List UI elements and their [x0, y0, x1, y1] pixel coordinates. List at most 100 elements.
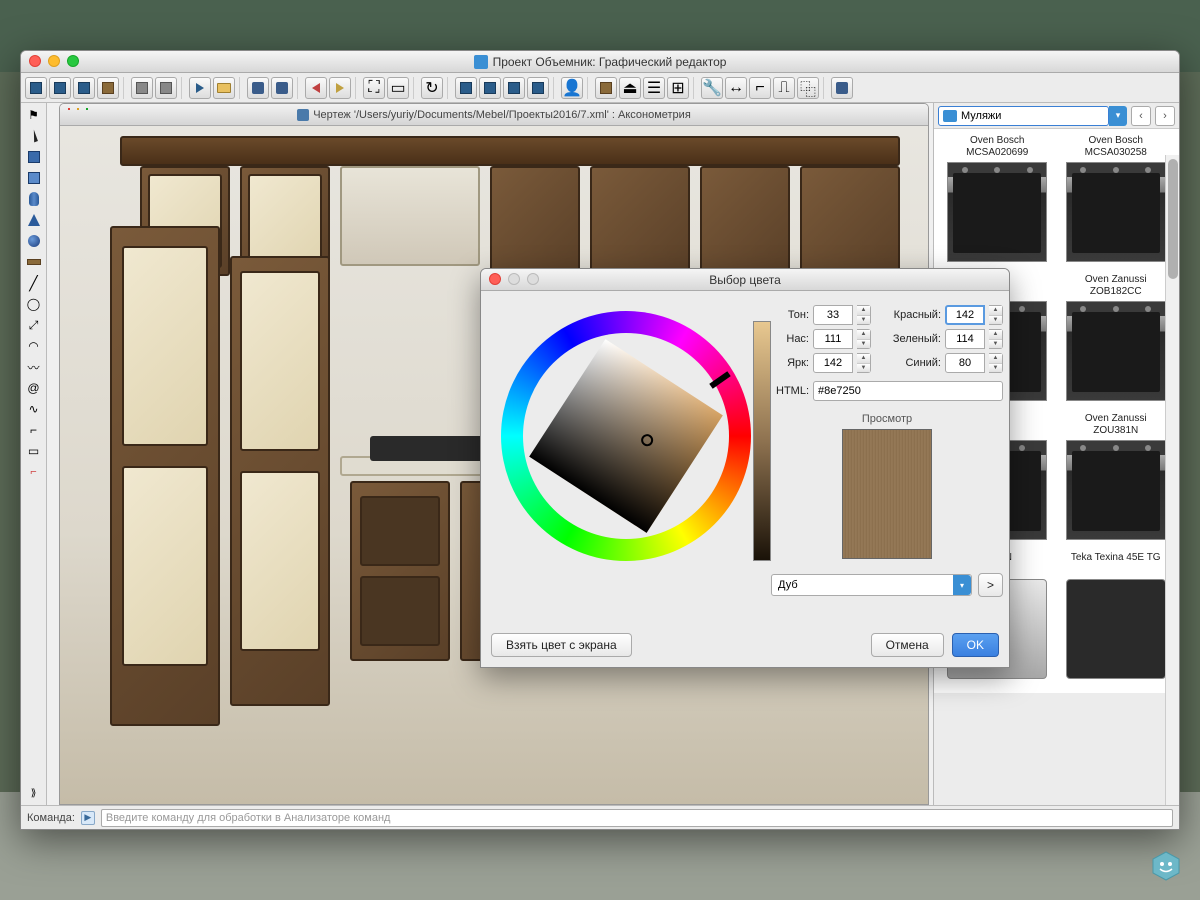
- html-input[interactable]: [813, 381, 1003, 401]
- tool-cylinder[interactable]: [24, 189, 44, 209]
- tb-layer1[interactable]: [455, 77, 477, 99]
- tb-save2[interactable]: [831, 77, 853, 99]
- tb-layer4[interactable]: [527, 77, 549, 99]
- hue-input[interactable]: [813, 305, 853, 325]
- tool-curve[interactable]: ∿: [24, 399, 44, 419]
- tool-expand[interactable]: ⤢: [24, 315, 44, 335]
- cancel-button[interactable]: Отмена: [871, 633, 944, 657]
- tb-play[interactable]: [189, 77, 211, 99]
- color-wheel-area: [491, 301, 761, 621]
- tb-rotate[interactable]: ↻: [421, 77, 443, 99]
- tb-saveas[interactable]: [271, 77, 293, 99]
- chat-bubble-icon[interactable]: [1150, 850, 1182, 882]
- material-browse[interactable]: >: [978, 573, 1003, 597]
- tool-rect[interactable]: ▭: [24, 441, 44, 461]
- blue-input[interactable]: [945, 353, 985, 373]
- tb-list[interactable]: ☰: [643, 77, 665, 99]
- tool-panel[interactable]: [24, 252, 44, 272]
- catalog-item[interactable]: Teka Texina 45E TG: [1059, 552, 1174, 687]
- material-select[interactable]: Дуб ▾: [771, 574, 972, 596]
- tb-redo[interactable]: [155, 77, 177, 99]
- catalog-item[interactable]: Oven ZanussiZOU381N: [1059, 413, 1174, 548]
- tool-expand-panel[interactable]: ⟫: [24, 783, 44, 803]
- tool-box2[interactable]: [24, 168, 44, 188]
- value-gradient[interactable]: [753, 321, 771, 561]
- tb-copy[interactable]: ⿻: [797, 77, 819, 99]
- red-input[interactable]: [945, 305, 985, 325]
- sub-minimize[interactable]: [77, 108, 79, 110]
- tb-undo[interactable]: [131, 77, 153, 99]
- color-dialog-titlebar[interactable]: Выбор цвета: [481, 269, 1009, 291]
- tb-view-top[interactable]: [73, 77, 95, 99]
- tool-arc[interactable]: ◠: [24, 336, 44, 356]
- ok-button[interactable]: OK: [952, 633, 999, 657]
- red-stepper[interactable]: ▲▼: [989, 305, 1003, 325]
- catalog-item[interactable]: Oven BoschMCSA020699: [940, 135, 1055, 270]
- tb-back[interactable]: [305, 77, 327, 99]
- nav-back[interactable]: ‹: [1131, 106, 1151, 126]
- tool-ellipse[interactable]: ◯: [24, 294, 44, 314]
- command-run-icon[interactable]: ▶: [81, 811, 95, 825]
- sub-close[interactable]: [68, 108, 70, 110]
- tb-material[interactable]: [595, 77, 617, 99]
- sub-zoom[interactable]: [86, 108, 88, 110]
- sat-input[interactable]: [813, 329, 853, 349]
- catalog-category-select[interactable]: Муляжи: [938, 106, 1109, 126]
- tb-fwd[interactable]: [329, 77, 351, 99]
- catalog-item[interactable]: Oven ZanussiZOB182CC: [1059, 274, 1174, 409]
- hue-ring[interactable]: [501, 311, 751, 561]
- catalog-item[interactable]: Oven BoschMCSA030258: [1059, 135, 1174, 270]
- tb-user[interactable]: 👤: [561, 77, 583, 99]
- tb-snap[interactable]: ⌐: [749, 77, 771, 99]
- dialog-close[interactable]: [489, 273, 501, 285]
- val-input[interactable]: [813, 353, 853, 373]
- nav-fwd[interactable]: ›: [1155, 106, 1175, 126]
- main-titlebar[interactable]: Проект Объемник: Графический редактор: [21, 51, 1179, 73]
- command-input[interactable]: Введите команду для обработки в Анализат…: [101, 809, 1173, 827]
- green-stepper[interactable]: ▲▼: [989, 329, 1003, 349]
- main-title: Проект Объемник: Графический редактор: [493, 55, 727, 69]
- sat-stepper[interactable]: ▲▼: [857, 329, 871, 349]
- tb-align[interactable]: ⎍: [773, 77, 795, 99]
- tb-measure[interactable]: ↔: [725, 77, 747, 99]
- tool-spiral[interactable]: @: [24, 378, 44, 398]
- window-zoom[interactable]: [67, 55, 79, 67]
- val-stepper[interactable]: ▲▼: [857, 353, 871, 373]
- tb-layer3[interactable]: [503, 77, 525, 99]
- window-minimize[interactable]: [48, 55, 60, 67]
- tool-axis[interactable]: ⌐: [24, 462, 44, 482]
- doc-icon: [297, 109, 309, 121]
- tool-box[interactable]: [24, 147, 44, 167]
- main-toolbar: ⛶ ▭ ↻ 👤 ⏏ ☰ ⊞ 🔧 ↔ ⌐ ⎍ ⿻: [21, 73, 1179, 103]
- tool-line[interactable]: ╱: [24, 273, 44, 293]
- hue-stepper[interactable]: ▲▼: [857, 305, 871, 325]
- dialog-zoom: [527, 273, 539, 285]
- tool-spline[interactable]: 〰: [24, 357, 44, 377]
- window-close[interactable]: [29, 55, 41, 67]
- pick-color-button[interactable]: Взять цвет с экрана: [491, 633, 632, 657]
- drawing-titlebar[interactable]: Чертеж '/Users/yuriy/Documents/Mebel/Про…: [60, 104, 928, 126]
- tb-wrench[interactable]: 🔧: [701, 77, 723, 99]
- tool-select[interactable]: [24, 126, 44, 146]
- green-input[interactable]: [945, 329, 985, 349]
- app-icon: [474, 55, 488, 69]
- tb-view-iso[interactable]: [97, 77, 119, 99]
- tb-save[interactable]: [247, 77, 269, 99]
- tb-eject[interactable]: ⏏: [619, 77, 641, 99]
- hue-cursor[interactable]: [709, 371, 730, 389]
- tool-flag[interactable]: ⚑: [24, 105, 44, 125]
- left-toolbar: ⚑ ╱ ◯ ⤢ ◠ 〰 @ ∿ ⌐ ▭ ⌐ ⟫: [21, 103, 47, 805]
- tb-layer2[interactable]: [479, 77, 501, 99]
- tool-cone[interactable]: [24, 210, 44, 230]
- tb-grid[interactable]: ⊞: [667, 77, 689, 99]
- tb-view-side[interactable]: [49, 77, 71, 99]
- tool-polyline[interactable]: ⌐: [24, 420, 44, 440]
- tb-view-front[interactable]: [25, 77, 47, 99]
- catalog-scrollbar[interactable]: [1165, 155, 1179, 805]
- tool-sphere[interactable]: [24, 231, 44, 251]
- dropdown-icon[interactable]: ▾: [1109, 106, 1127, 126]
- tb-fit[interactable]: ▭: [387, 77, 409, 99]
- blue-stepper[interactable]: ▲▼: [989, 353, 1003, 373]
- tb-fullscreen[interactable]: ⛶: [363, 77, 385, 99]
- tb-open[interactable]: [213, 77, 235, 99]
